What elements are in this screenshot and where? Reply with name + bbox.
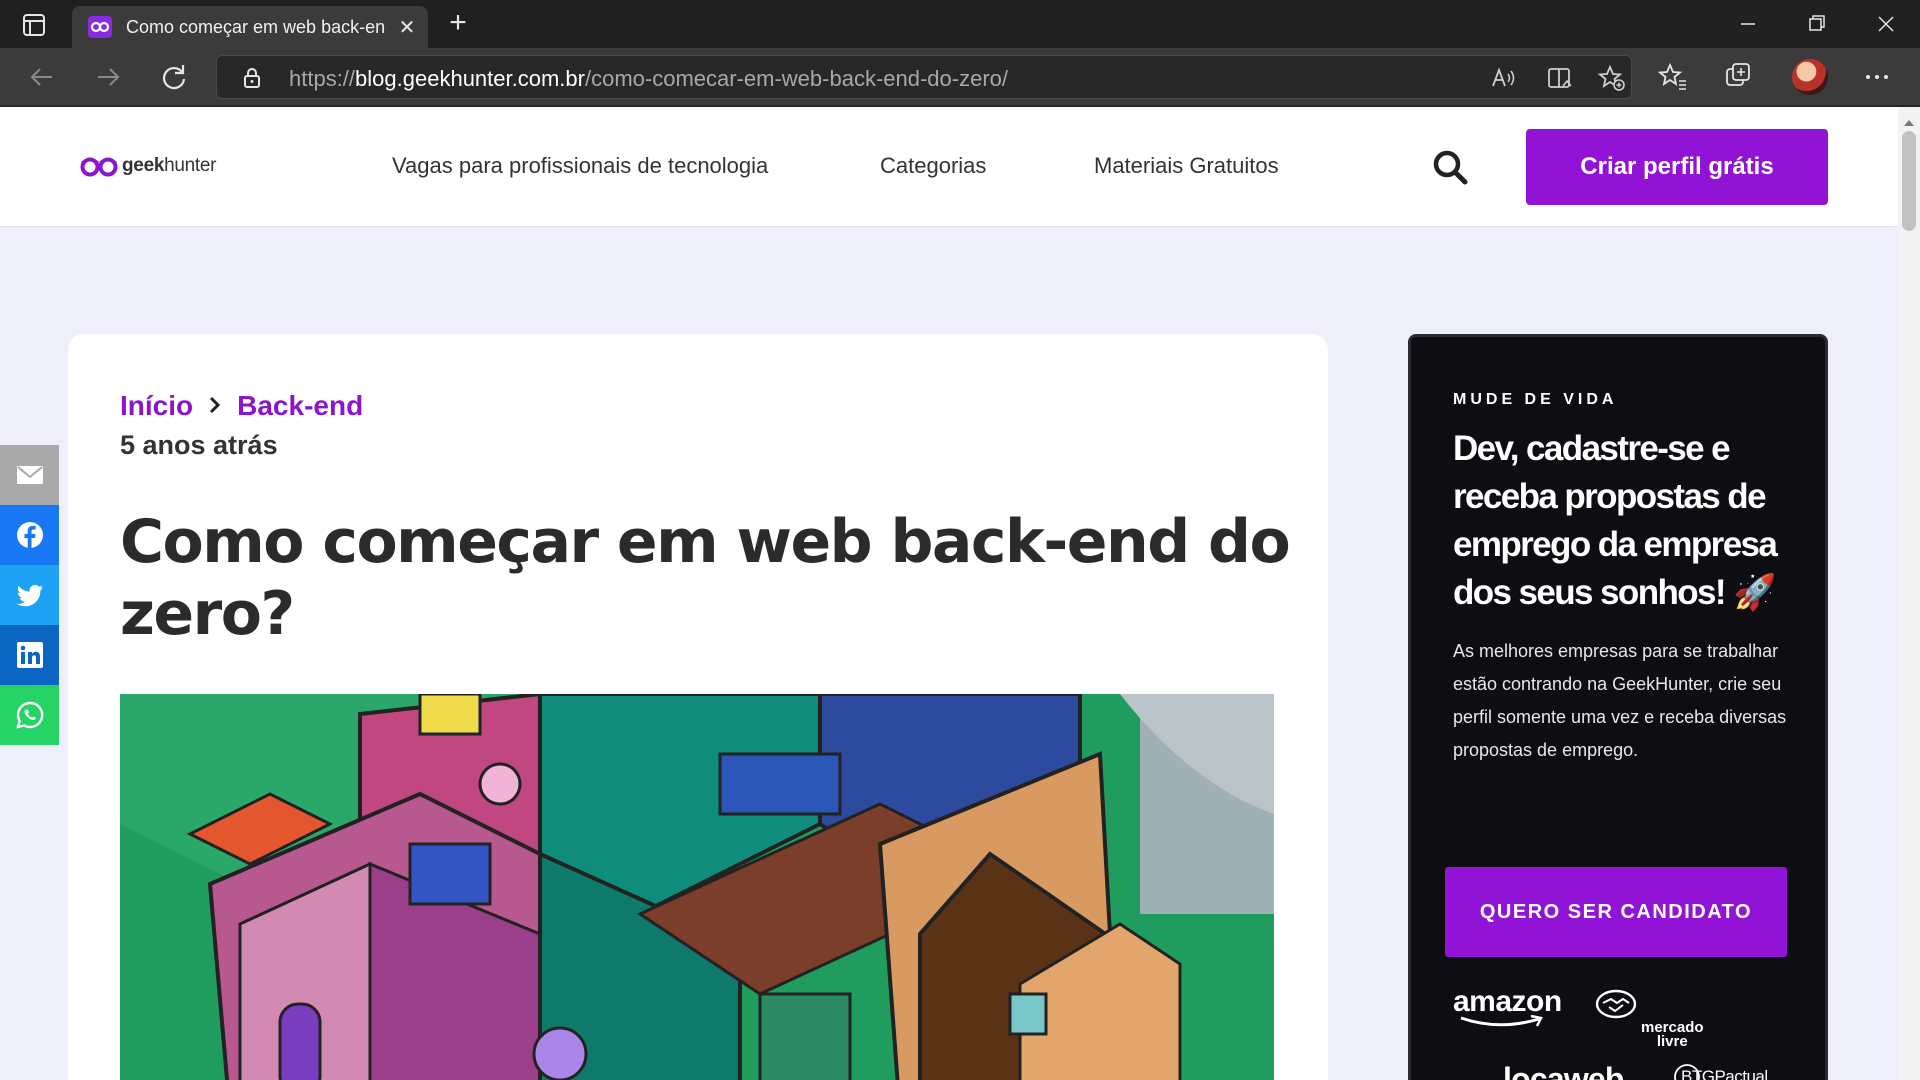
nav-categorias[interactable]: Categorias bbox=[880, 153, 986, 179]
page-viewport: geekhunter Vagas para profissionais de t… bbox=[0, 107, 1920, 1080]
scrollbar-thumb[interactable] bbox=[1902, 131, 1916, 231]
minimize-icon[interactable] bbox=[1720, 4, 1776, 44]
nav-materiais[interactable]: Materiais Gratuitos bbox=[1094, 153, 1279, 179]
btg-pactual-logo: BTGPactual bbox=[1674, 1064, 1768, 1080]
forward-arrow-icon[interactable] bbox=[88, 58, 128, 96]
breadcrumb-inicio[interactable]: Início bbox=[120, 390, 193, 421]
url-text: https://blog.geekhunter.com.br/como-come… bbox=[289, 66, 1008, 92]
breadcrumb-back-end[interactable]: Back-end bbox=[237, 390, 363, 421]
share-twitter-button[interactable] bbox=[0, 565, 59, 625]
candidate-promo-card: MUDE DE VIDA Dev, cadastre-se e receba p… bbox=[1408, 334, 1828, 1080]
reload-icon[interactable] bbox=[154, 58, 194, 96]
mercado-livre-logo: mercado livre bbox=[1595, 989, 1704, 1050]
logo-wordmark-bold: geek bbox=[122, 155, 165, 176]
linkedin-icon bbox=[17, 642, 43, 668]
url-path: /como-comecar-em-web-back-end-do-zero/ bbox=[584, 66, 1009, 91]
browser-toolbar: https://blog.geekhunter.com.br/como-come… bbox=[0, 48, 1920, 106]
geekhunter-logo-icon bbox=[80, 157, 118, 177]
share-linkedin-button[interactable] bbox=[0, 625, 59, 685]
logo-wordmark: geekhunter bbox=[122, 155, 216, 177]
quero-ser-candidato-button[interactable]: QUERO SER CANDIDATO bbox=[1445, 867, 1787, 957]
add-favorite-icon[interactable] bbox=[1597, 64, 1627, 92]
geekhunter-favicon-icon bbox=[88, 16, 112, 38]
amazon-logo: amazon bbox=[1453, 985, 1562, 1027]
url-host: blog.geekhunter.com.br bbox=[355, 66, 585, 91]
handshake-icon bbox=[1595, 989, 1637, 1019]
mercado-livre-logo-text: mercado livre bbox=[1641, 1019, 1704, 1050]
new-tab-icon[interactable]: + bbox=[442, 8, 474, 40]
twitter-icon bbox=[16, 585, 43, 607]
page-scrollbar[interactable] bbox=[1898, 107, 1920, 1080]
tab-title: Como começar em web back-end do zero? bbox=[126, 17, 386, 37]
immersive-reader-icon[interactable] bbox=[1545, 64, 1575, 92]
amazon-smile-icon bbox=[1460, 1015, 1543, 1027]
address-bar[interactable]: https://blog.geekhunter.com.br/como-come… bbox=[216, 55, 1632, 99]
article-card: Início Back-end 5 anos atrás Como começar… bbox=[68, 334, 1328, 1080]
promo-eyebrow: MUDE DE VIDA bbox=[1453, 391, 1618, 408]
locaweb-logo: locaweb bbox=[1503, 1061, 1624, 1080]
geekhunter-logo[interactable]: geekhunter bbox=[80, 151, 230, 183]
facebook-icon bbox=[17, 522, 43, 548]
collections-icon[interactable] bbox=[1722, 60, 1756, 94]
lock-icon[interactable] bbox=[241, 66, 263, 90]
read-aloud-icon[interactable] bbox=[1489, 64, 1519, 92]
back-arrow-icon[interactable] bbox=[22, 58, 62, 96]
browser-tab-bar: Como começar em web back-end do zero? ✕ … bbox=[0, 0, 1920, 48]
more-menu-icon[interactable] bbox=[1860, 60, 1894, 94]
share-email-button[interactable] bbox=[0, 445, 59, 505]
create-profile-button[interactable]: Criar perfil grátis bbox=[1526, 129, 1828, 205]
share-whatsapp-button[interactable] bbox=[0, 685, 59, 745]
url-prefix: https:// bbox=[289, 66, 356, 91]
nav-vagas[interactable]: Vagas para profissionais de tecnologia bbox=[392, 153, 768, 179]
amazon-logo-text: amazon bbox=[1453, 985, 1562, 1018]
favorites-icon[interactable] bbox=[1656, 60, 1690, 94]
share-facebook-button[interactable] bbox=[0, 505, 59, 565]
hero-image bbox=[120, 694, 1274, 1080]
scroll-up-arrow-icon[interactable] bbox=[1903, 113, 1915, 126]
promo-body: As melhores empresas para se trabalhar e… bbox=[1453, 641, 1787, 760]
breadcrumb: Início Back-end bbox=[120, 390, 363, 422]
tab-close-icon[interactable]: ✕ bbox=[394, 14, 420, 40]
tab-actions-icon[interactable] bbox=[18, 12, 52, 38]
btg-ring-icon bbox=[1674, 1064, 1700, 1080]
profile-avatar[interactable] bbox=[1792, 59, 1828, 95]
chevron-right-icon bbox=[203, 394, 227, 422]
search-icon[interactable] bbox=[1430, 147, 1470, 187]
promo-title: Dev, cadastre-se e receba propostas de e… bbox=[1453, 429, 1778, 612]
post-date: 5 anos atrás bbox=[120, 430, 278, 460]
site-header: geekhunter Vagas para profissionais de t… bbox=[0, 107, 1898, 227]
whatsapp-icon bbox=[16, 701, 44, 729]
window-close-icon[interactable] bbox=[1858, 4, 1914, 44]
logo-wordmark-rest: hunter bbox=[164, 155, 217, 176]
restore-icon[interactable] bbox=[1788, 4, 1844, 44]
active-tab[interactable]: Como começar em web back-end do zero? ✕ bbox=[72, 6, 428, 48]
article-title: Como começar em web back-end do zero? bbox=[120, 507, 1291, 649]
email-icon bbox=[17, 466, 43, 484]
